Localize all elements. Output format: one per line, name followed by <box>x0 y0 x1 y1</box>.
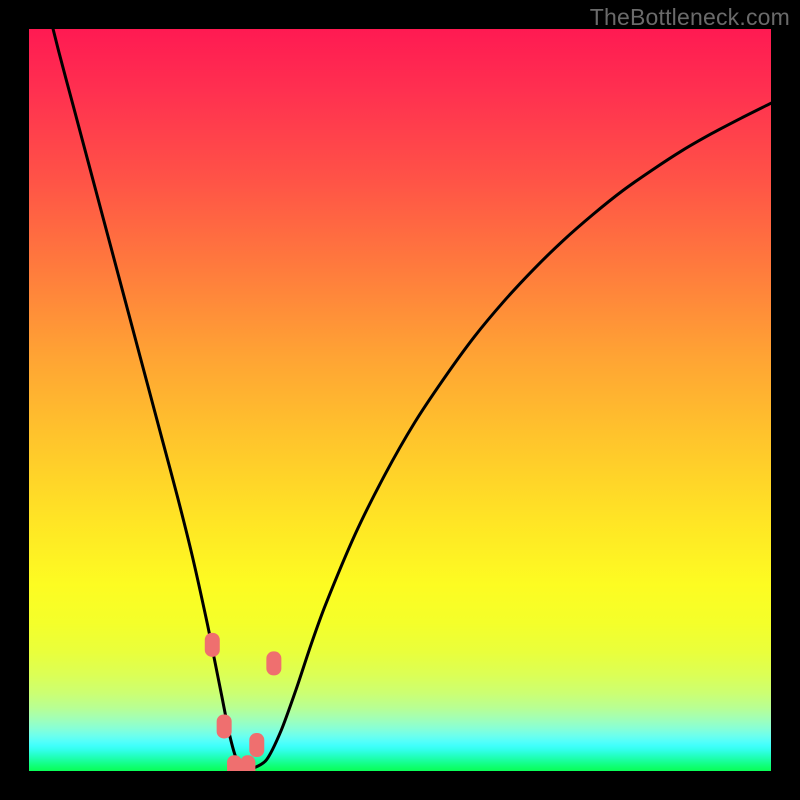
bottleneck-curve <box>44 29 771 770</box>
curve-marker <box>227 755 242 771</box>
chart-frame: TheBottleneck.com <box>0 0 800 800</box>
attribution-text: TheBottleneck.com <box>590 4 790 31</box>
curve-marker <box>205 633 220 657</box>
curve-marker <box>266 651 281 675</box>
curve-layer <box>29 29 771 771</box>
curve-marker <box>240 755 255 771</box>
curve-marker <box>217 714 232 738</box>
plot-area <box>29 29 771 771</box>
curve-marker <box>249 733 264 757</box>
